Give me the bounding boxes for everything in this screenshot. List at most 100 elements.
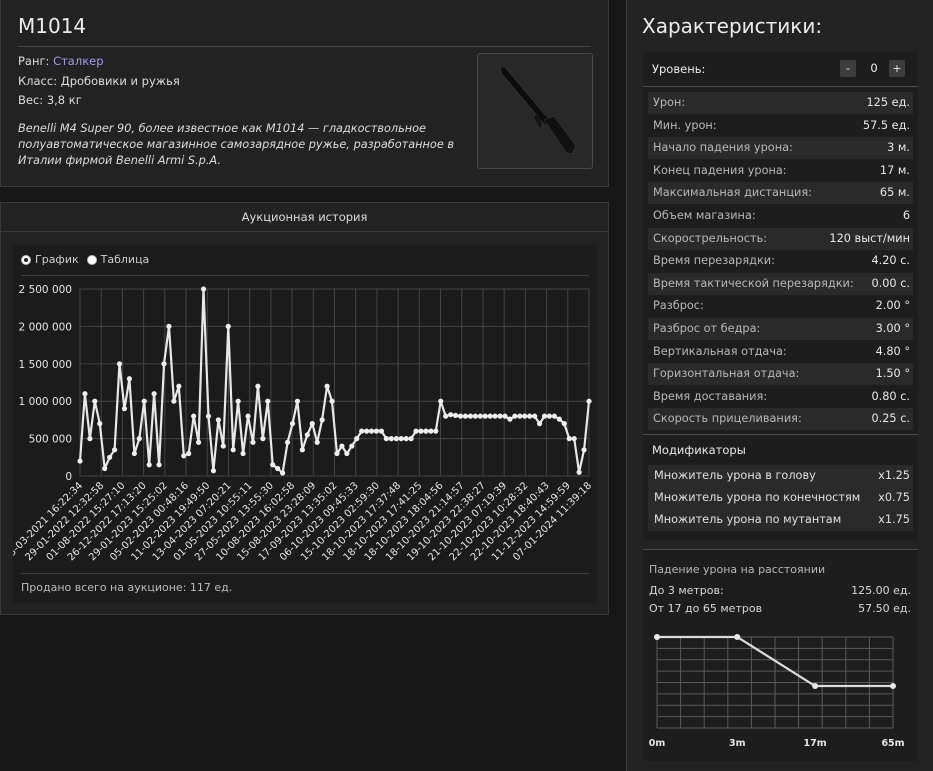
item-title: M1014 (18, 14, 87, 38)
price-point (457, 413, 464, 419)
level-row: Уровень: - 0 + (643, 52, 918, 86)
stat-name: Мин. урон: (653, 118, 717, 132)
price-point (517, 413, 523, 419)
stat-name: Вертикальная отдача: (653, 344, 787, 358)
falloff-point (654, 634, 660, 640)
price-point (196, 439, 202, 445)
stat-row: Вертикальная отдача: 4.80 ° (648, 341, 913, 363)
price-point (566, 436, 572, 442)
price-point (413, 428, 419, 434)
price-point (161, 361, 167, 367)
price-point (314, 439, 320, 445)
level-label: Уровень: (652, 62, 706, 76)
price-point (200, 286, 207, 292)
price-point (235, 398, 241, 404)
stat-value: 4.20 с. (871, 254, 910, 268)
price-point (121, 406, 128, 412)
price-point (373, 428, 380, 434)
price-point (210, 468, 217, 474)
price-point (467, 413, 473, 419)
stats-panel: Уровень: - 0 + Урон: 125 ед. Мин. урон: 57.… (643, 52, 918, 540)
x-tick-label: 0m (649, 738, 666, 749)
stat-row: Максимальная дистанция: 65 м. (648, 182, 913, 205)
price-point (556, 416, 562, 422)
stat-value: 2.00 ° (875, 299, 910, 313)
price-point (319, 417, 325, 423)
stat-row: Время перезарядки: 4.20 с. (648, 250, 913, 272)
price-point (205, 413, 212, 419)
stat-name: Скорость прицеливания: (653, 412, 802, 426)
price-point (289, 421, 296, 427)
item-rank: Ранг: Сталкер (18, 54, 104, 68)
stat-value: 0.00 с. (871, 276, 910, 290)
stat-row: Время тактической перезарядки: 0.00 с. (648, 272, 913, 295)
stat-name: Разброс от бедра: (653, 322, 761, 335)
title-divider (18, 46, 591, 47)
modifier-name: Множитель урона по мутантам (654, 513, 842, 526)
price-point (507, 416, 513, 422)
level-increase-button[interactable]: + (889, 60, 905, 77)
price-point (433, 428, 439, 434)
price-point (260, 436, 266, 442)
rank-value[interactable]: Сталкер (53, 54, 103, 68)
stat-name: Скорострельность: (653, 231, 768, 245)
sold-total: Продано всего на аукционе: 117 ед. (21, 581, 233, 594)
price-point (359, 428, 365, 434)
price-point (255, 383, 261, 389)
characteristics-title: Характеристики: (642, 14, 823, 38)
price-point (418, 428, 424, 434)
falloff-point (734, 634, 741, 640)
price-point (448, 412, 454, 418)
price-point (551, 413, 558, 419)
stat-value: 3.00 ° (875, 322, 910, 335)
price-point (141, 398, 147, 404)
x-tick-label: 17m (804, 738, 827, 749)
falloff-point (812, 683, 819, 689)
stat-value: 6 (902, 209, 910, 222)
stat-value: 3 м. (887, 141, 910, 155)
stat-value: 4.80 ° (875, 344, 910, 358)
price-point (443, 413, 449, 419)
price-point (146, 462, 152, 468)
price-point (364, 428, 370, 434)
stat-row: Конец падения урона: 17 м. (648, 160, 913, 182)
modifiers-divider (643, 434, 918, 435)
modifier-row: Множитель урона по конечностям x0.75 (648, 487, 913, 509)
level-decrease-button[interactable]: - (840, 60, 856, 77)
price-point (230, 447, 236, 453)
price-point (191, 413, 197, 419)
price-point (166, 323, 172, 329)
price-point (111, 447, 118, 453)
price-point (107, 454, 113, 460)
item-description: Benelli M4 Super 90, более известное как… (18, 122, 455, 167)
price-point (378, 428, 385, 434)
modifier-row: Множитель урона в голову x1.25 (648, 465, 913, 487)
price-point (462, 413, 469, 419)
price-point (82, 391, 88, 397)
price-point (329, 398, 335, 404)
level-value: 0 (870, 61, 878, 75)
price-point (77, 458, 83, 464)
price-point (102, 465, 108, 472)
price-point (349, 443, 355, 449)
item-class: Класс: Дробовики и ружья (18, 74, 180, 88)
stat-value: 1.50 ° (875, 367, 910, 381)
stat-name: Объем магазина: (653, 209, 756, 222)
price-point (497, 413, 503, 419)
stat-row: Скорость прицеливания: 0.25 с. (648, 408, 913, 431)
price-point (156, 462, 162, 468)
x-tick-label: 65m (881, 738, 904, 749)
price-point (502, 413, 508, 419)
price-point (97, 421, 103, 427)
price-point (393, 436, 399, 442)
stat-value: 120 выст/мин (829, 231, 910, 245)
price-point (220, 443, 226, 449)
rank-label: Ранг: (18, 54, 50, 68)
y-tick-label: 2 000 000 (19, 321, 72, 333)
item-image (477, 53, 593, 169)
stat-name: Максимальная дистанция: (653, 186, 812, 200)
price-point (294, 398, 301, 404)
stat-row: Скорострельность: 120 выст/мин (648, 227, 913, 250)
price-point (280, 470, 286, 476)
price-point (403, 436, 409, 442)
